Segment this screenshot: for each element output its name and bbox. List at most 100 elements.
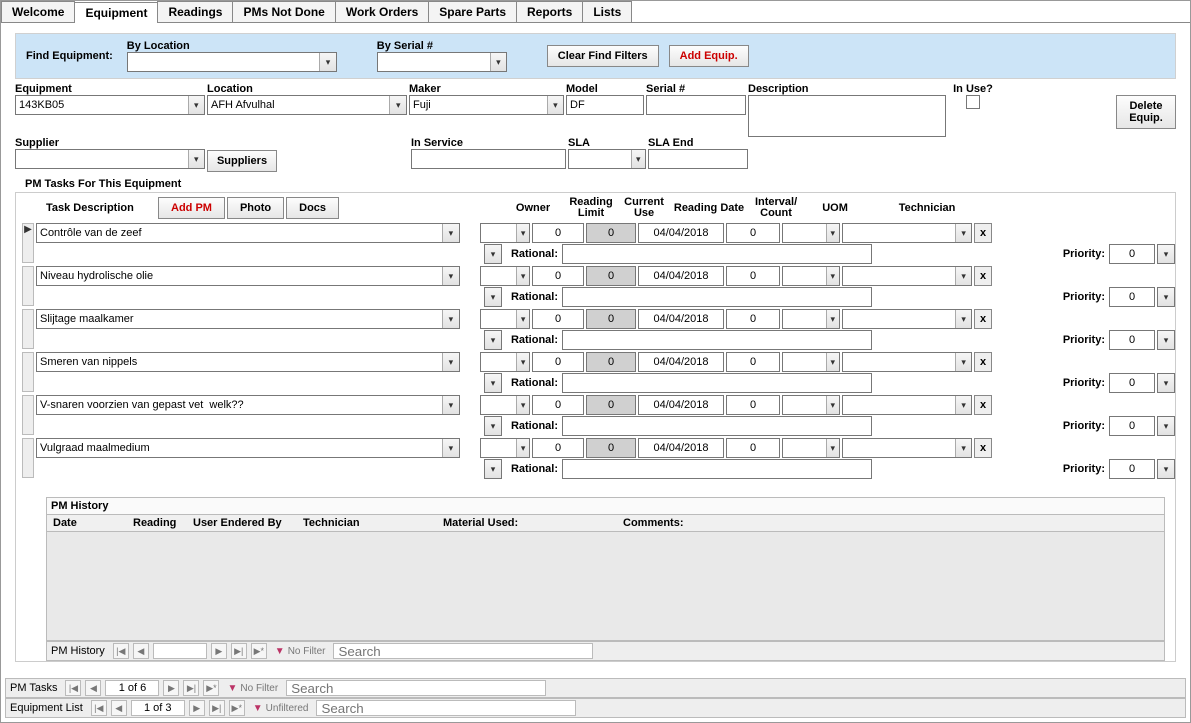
owner-input[interactable]: [481, 396, 516, 414]
technician-combo[interactable]: ▾: [842, 266, 972, 286]
chevron-down-icon[interactable]: ▾: [826, 396, 839, 414]
tab-welcome[interactable]: Welcome: [1, 1, 75, 22]
task-description-combo[interactable]: ▾: [36, 352, 460, 372]
reading-limit-cell[interactable]: [532, 352, 584, 372]
chevron-down-icon[interactable]: ▾: [516, 267, 529, 285]
equipment-input[interactable]: [16, 96, 188, 114]
chevron-down-icon[interactable]: ▾: [442, 267, 459, 285]
uom-input[interactable]: [783, 353, 826, 371]
reading-date-cell[interactable]: [638, 223, 724, 243]
chevron-down-icon[interactable]: ▾: [490, 53, 506, 71]
maker-input[interactable]: [410, 96, 547, 114]
technician-input[interactable]: [843, 439, 955, 457]
chevron-down-icon[interactable]: ▾: [1157, 330, 1175, 350]
row-selector[interactable]: [22, 352, 34, 392]
reading-limit-cell[interactable]: [532, 309, 584, 329]
owner-combo[interactable]: ▾: [480, 352, 530, 372]
rational-input[interactable]: [562, 373, 872, 393]
equipment-list-filter[interactable]: ▼Unfiltered: [249, 703, 313, 714]
reading-date-cell[interactable]: [638, 438, 724, 458]
by-serial-combo[interactable]: ▾: [377, 52, 507, 72]
chevron-down-icon[interactable]: ▾: [484, 244, 502, 264]
location-combo[interactable]: ▾: [207, 95, 407, 115]
task-description-combo[interactable]: ▾: [36, 438, 460, 458]
nav-next-button[interactable]: ▶: [211, 643, 227, 659]
interval-cell[interactable]: [726, 352, 780, 372]
tab-readings[interactable]: Readings: [157, 1, 233, 22]
row-selector[interactable]: [22, 438, 34, 478]
reading-date-cell[interactable]: [638, 395, 724, 415]
rational-input[interactable]: [562, 287, 872, 307]
uom-combo[interactable]: ▾: [782, 352, 840, 372]
nav-new-button[interactable]: ▶*: [229, 700, 245, 716]
owner-input[interactable]: [481, 439, 516, 457]
tab-equipment[interactable]: Equipment: [74, 2, 158, 23]
interval-cell[interactable]: [726, 309, 780, 329]
delete-row-button[interactable]: x: [974, 438, 992, 458]
pm-tasks-filter[interactable]: ▼No Filter: [223, 683, 282, 694]
chevron-down-icon[interactable]: ▾: [826, 310, 839, 328]
chevron-down-icon[interactable]: ▾: [442, 396, 459, 414]
interval-cell[interactable]: [726, 395, 780, 415]
nav-first-button[interactable]: |◀: [91, 700, 107, 716]
in-service-input[interactable]: [411, 149, 566, 169]
tab-lists[interactable]: Lists: [582, 1, 632, 22]
model-input[interactable]: [566, 95, 644, 115]
chevron-down-icon[interactable]: ▾: [547, 96, 563, 114]
supplier-combo[interactable]: ▾: [15, 149, 205, 169]
row-selector[interactable]: [22, 266, 34, 306]
chevron-down-icon[interactable]: ▾: [484, 287, 502, 307]
location-input[interactable]: [208, 96, 389, 114]
task-description-combo[interactable]: ▾: [36, 395, 460, 415]
suppliers-button[interactable]: Suppliers: [207, 150, 277, 172]
in-use-checkbox[interactable]: [966, 95, 980, 109]
reading-date-cell[interactable]: [638, 352, 724, 372]
reading-limit-cell[interactable]: [532, 395, 584, 415]
priority-cell[interactable]: [1109, 373, 1155, 393]
add-equip-button[interactable]: Add Equip.: [669, 45, 749, 67]
rational-input[interactable]: [562, 459, 872, 479]
nav-new-button[interactable]: ▶*: [203, 680, 219, 696]
task-description-input[interactable]: [37, 396, 442, 414]
interval-cell[interactable]: [726, 223, 780, 243]
nav-last-button[interactable]: ▶|: [183, 680, 199, 696]
delete-row-button[interactable]: x: [974, 395, 992, 415]
tab-pms-not-done[interactable]: PMs Not Done: [232, 1, 335, 22]
task-description-input[interactable]: [37, 310, 442, 328]
pm-history-search[interactable]: [333, 643, 593, 659]
chevron-down-icon[interactable]: ▾: [516, 353, 529, 371]
reading-limit-cell[interactable]: [532, 266, 584, 286]
priority-cell[interactable]: [1109, 416, 1155, 436]
technician-input[interactable]: [843, 353, 955, 371]
chevron-down-icon[interactable]: ▾: [484, 416, 502, 436]
task-description-combo[interactable]: ▾: [36, 223, 460, 243]
nav-first-button[interactable]: |◀: [65, 680, 81, 696]
chevron-down-icon[interactable]: ▾: [955, 310, 971, 328]
delete-equip-button[interactable]: Delete Equip.: [1116, 95, 1176, 129]
task-description-input[interactable]: [37, 439, 442, 457]
delete-row-button[interactable]: x: [974, 266, 992, 286]
owner-combo[interactable]: ▾: [480, 266, 530, 286]
owner-input[interactable]: [481, 224, 516, 242]
chevron-down-icon[interactable]: ▾: [1157, 416, 1175, 436]
nav-first-button[interactable]: |◀: [113, 643, 129, 659]
reading-date-cell[interactable]: [638, 266, 724, 286]
delete-row-button[interactable]: x: [974, 223, 992, 243]
technician-input[interactable]: [843, 224, 955, 242]
chevron-down-icon[interactable]: ▾: [955, 267, 971, 285]
chevron-down-icon[interactable]: ▾: [1157, 287, 1175, 307]
chevron-down-icon[interactable]: ▾: [955, 439, 971, 457]
uom-combo[interactable]: ▾: [782, 395, 840, 415]
owner-combo[interactable]: ▾: [480, 438, 530, 458]
chevron-down-icon[interactable]: ▾: [484, 373, 502, 393]
by-location-input[interactable]: [128, 53, 319, 71]
uom-input[interactable]: [783, 224, 826, 242]
serial-input[interactable]: [646, 95, 746, 115]
by-serial-input[interactable]: [378, 53, 490, 71]
chevron-down-icon[interactable]: ▾: [955, 396, 971, 414]
chevron-down-icon[interactable]: ▾: [484, 459, 502, 479]
uom-input[interactable]: [783, 310, 826, 328]
uom-combo[interactable]: ▾: [782, 309, 840, 329]
add-pm-button[interactable]: Add PM: [158, 197, 225, 219]
docs-button[interactable]: Docs: [286, 197, 339, 219]
